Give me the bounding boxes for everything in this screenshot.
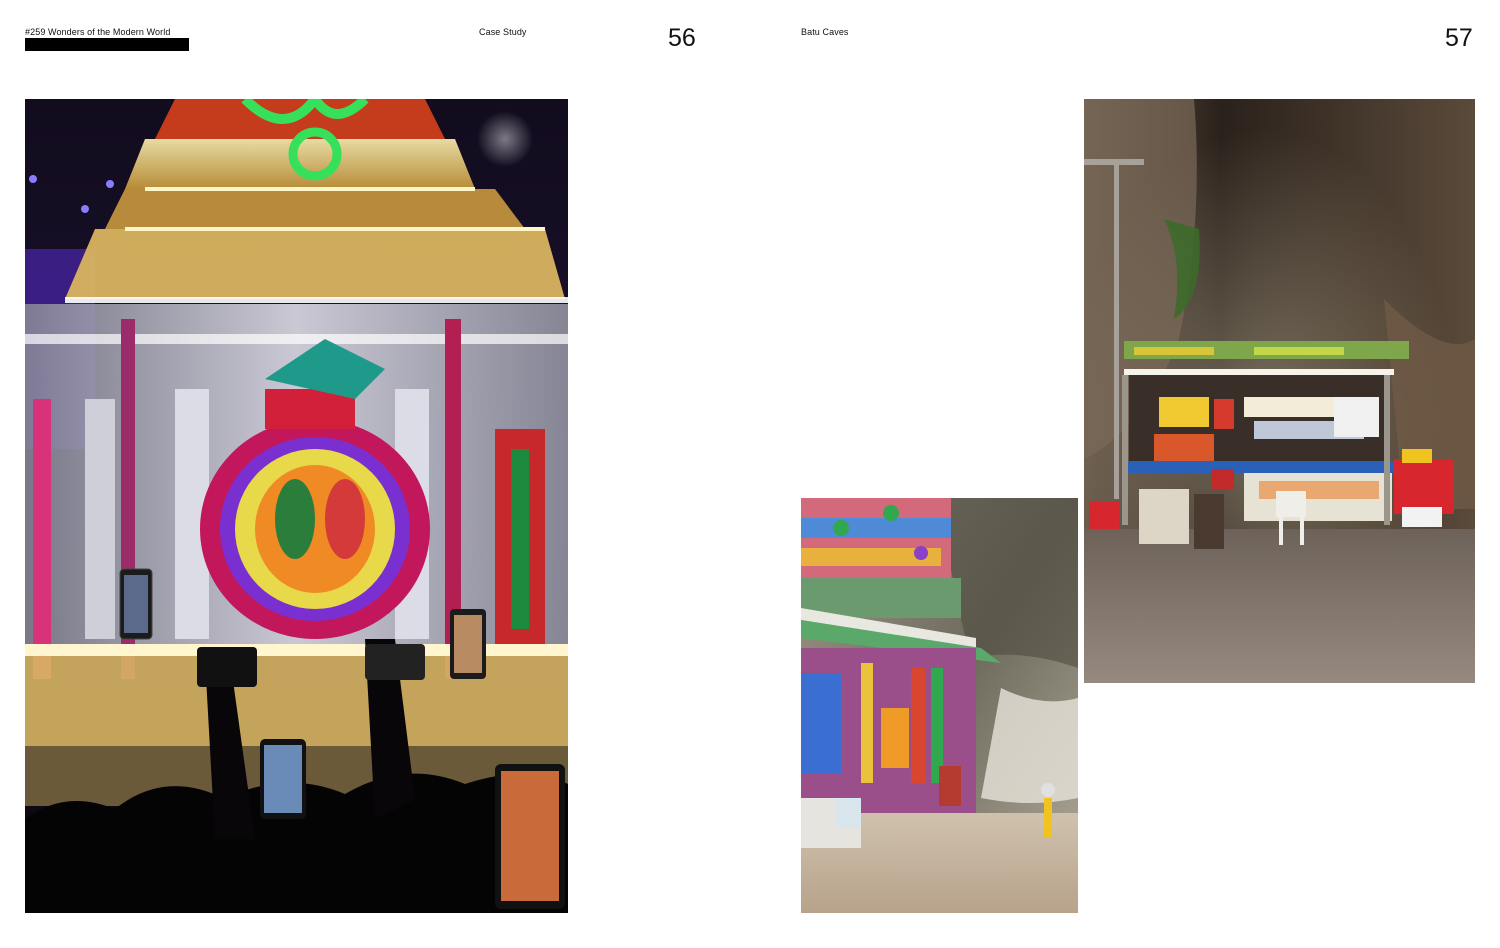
- issue-black-bar: [25, 38, 189, 51]
- right-page: Batu Caves 57: [750, 0, 1500, 948]
- chariot-festival-illustration: [25, 99, 568, 913]
- cave-kiosk-photo: [1084, 99, 1475, 683]
- page-number-right: 57: [1445, 24, 1473, 52]
- issue-label: #259 Wonders of the Modern World: [25, 27, 171, 37]
- temple-gopuram-photo: [801, 498, 1078, 913]
- cave-kiosk-illustration: [1084, 99, 1475, 683]
- left-page: #259 Wonders of the Modern World Case St…: [0, 0, 750, 948]
- chariot-festival-photo: [25, 99, 568, 913]
- section-label-left: Case Study: [479, 27, 527, 37]
- section-label-right: Batu Caves: [801, 27, 849, 37]
- temple-gopuram-illustration: [801, 498, 1078, 913]
- magazine-spread: #259 Wonders of the Modern World Case St…: [0, 0, 1500, 948]
- page-number-left: 56: [668, 24, 696, 52]
